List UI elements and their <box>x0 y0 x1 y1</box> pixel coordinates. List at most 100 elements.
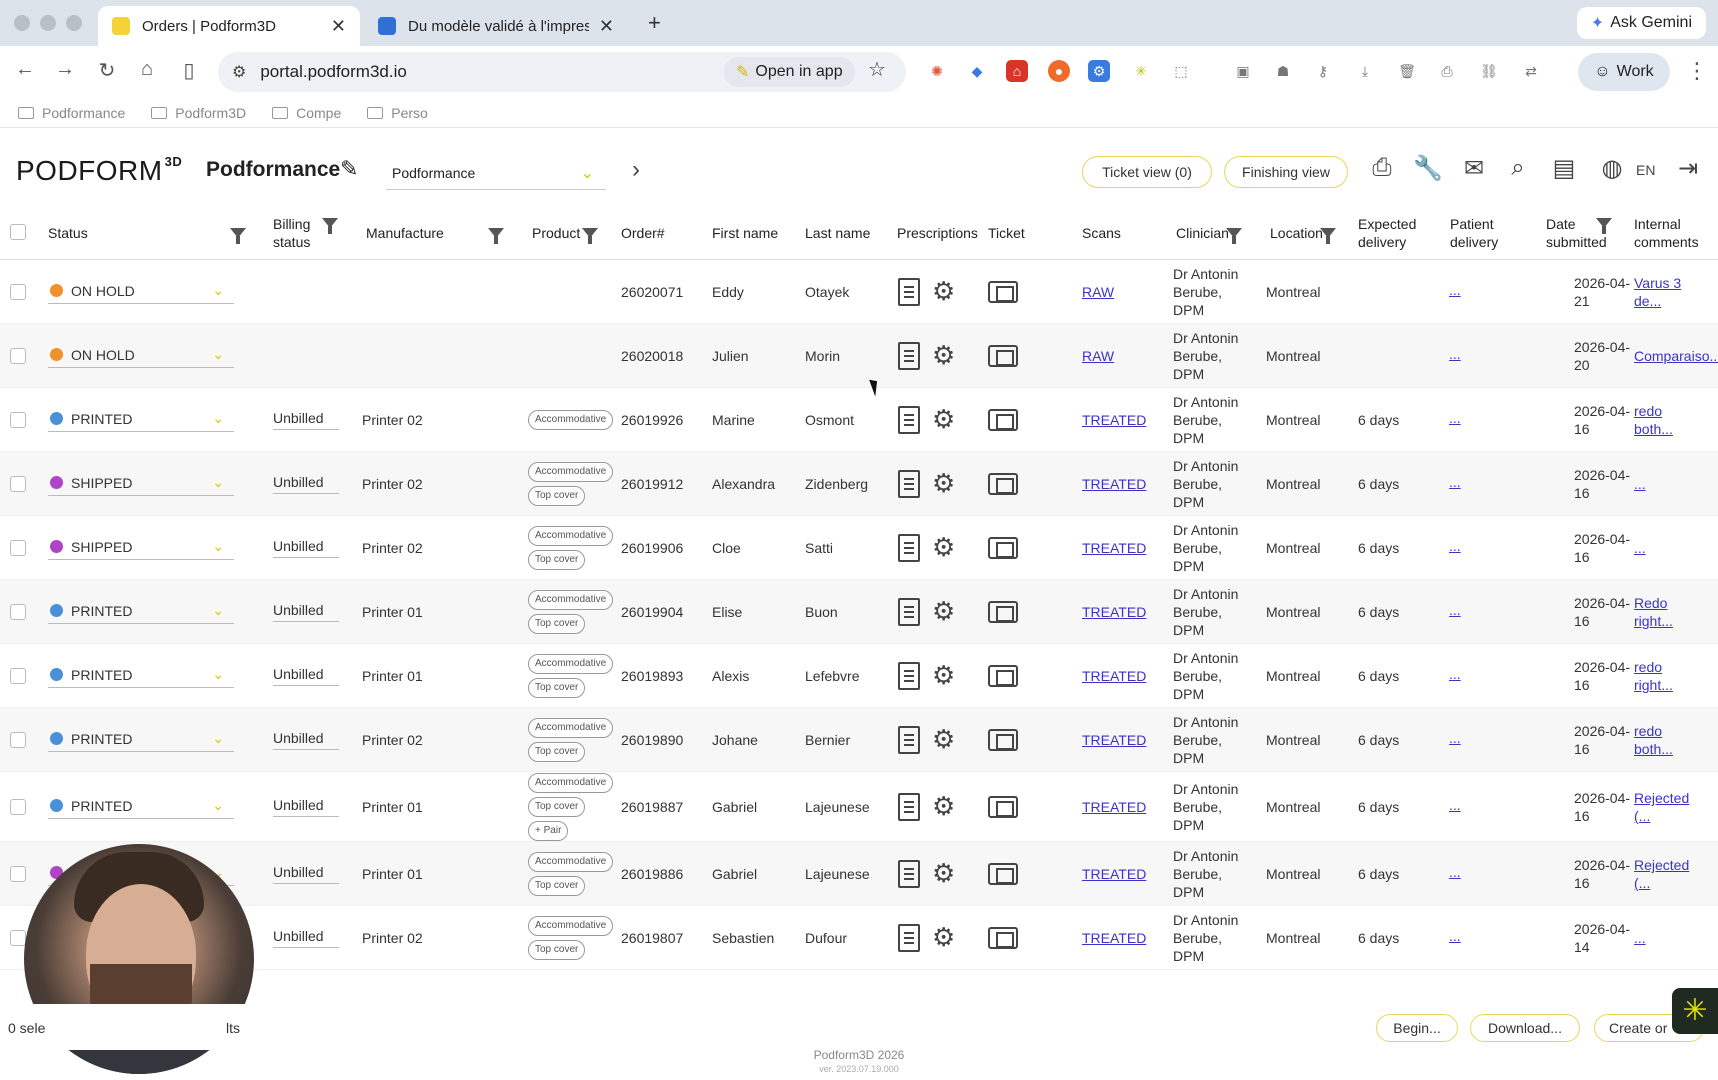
ticket-icon[interactable] <box>988 796 1018 818</box>
ticket-icon[interactable] <box>988 473 1018 495</box>
status-select[interactable]: PRINTED ⌄ <box>48 793 234 819</box>
scan-link[interactable]: TREATED <box>1082 866 1146 882</box>
internal-comment[interactable]: ... <box>1634 929 1646 947</box>
profile-work-button[interactable]: ☺ Work <box>1578 53 1670 91</box>
extension-diamond-icon[interactable]: ◆ <box>966 60 988 82</box>
table-row[interactable]: PRINTED ⌄ Unbilled Printer 01 Accommodativ… <box>0 772 1718 842</box>
bookmark-folder-podform3d[interactable]: Podform3D <box>151 105 246 121</box>
column-manufacture[interactable]: Manufacture <box>366 206 444 260</box>
patient-delivery-link[interactable]: ... <box>1449 538 1461 554</box>
table-row[interactable]: ON HOLD ⌄ 26020018 Julien Morin ⚙ RAW Dr Ant… <box>0 324 1718 388</box>
language-label[interactable]: EN <box>1636 162 1655 178</box>
row-checkbox[interactable] <box>10 284 26 300</box>
prescription-gear-icon[interactable]: ⚙ <box>932 792 955 820</box>
comment-link[interactable]: Rejected <box>1634 857 1689 873</box>
status-select[interactable]: PRINTED ⌄ <box>48 726 234 752</box>
prescription-document-icon[interactable] <box>898 470 920 498</box>
patient-delivery-link[interactable]: ... <box>1449 797 1461 813</box>
logout-icon[interactable]: ⇥ <box>1672 154 1704 183</box>
comment-link[interactable]: redo <box>1634 723 1662 739</box>
column-date-submitted[interactable]: Date submitted <box>1546 206 1620 260</box>
comment-link[interactable]: right... <box>1634 613 1673 629</box>
row-checkbox[interactable] <box>10 604 26 620</box>
open-in-app-button[interactable]: ✎ Open in app <box>724 57 855 87</box>
bookmark-folder-podformance[interactable]: Podformance <box>18 105 125 121</box>
search-icon[interactable]: ⌕ <box>1502 154 1534 182</box>
new-tab-icon[interactable]: + <box>648 10 661 36</box>
bookmark-star-icon[interactable]: ☆ <box>868 57 886 82</box>
row-checkbox[interactable] <box>10 476 26 492</box>
prescription-document-icon[interactable] <box>898 860 920 888</box>
ticket-icon[interactable] <box>988 927 1018 949</box>
organization-select[interactable]: Podformance ⌄ <box>386 156 606 190</box>
extension-asterisk-icon[interactable]: ✳ <box>1130 60 1152 82</box>
ticket-icon[interactable] <box>988 665 1018 687</box>
row-checkbox[interactable] <box>10 540 26 556</box>
ticket-view-button[interactable]: Ticket view (0) <box>1082 156 1212 188</box>
print-icon[interactable]: ⎙ <box>1366 154 1398 182</box>
prescription-gear-icon[interactable]: ⚙ <box>932 597 955 625</box>
select-all-checkbox[interactable] <box>10 224 26 240</box>
screenshot-icon[interactable]: ▣ <box>1232 60 1254 82</box>
prescription-gear-icon[interactable]: ⚙ <box>932 923 955 951</box>
close-tab-icon[interactable]: ✕ <box>331 16 346 37</box>
patient-delivery-link[interactable]: ... <box>1449 730 1461 746</box>
internal-comment[interactable]: ... <box>1634 539 1646 557</box>
column-order[interactable]: Order# <box>621 206 665 260</box>
column-location[interactable]: Location <box>1270 206 1323 260</box>
incognito-icon[interactable]: ☗ <box>1272 60 1294 82</box>
extension-gear-icon[interactable]: ⚙ <box>1088 60 1110 82</box>
document-icon[interactable]: ▤ <box>1548 154 1580 183</box>
internal-comment[interactable]: Rejected (... <box>1634 856 1689 892</box>
status-select[interactable]: PRINTED ⌄ <box>48 406 234 432</box>
comment-link[interactable]: right... <box>1634 677 1673 693</box>
comment-link[interactable]: both... <box>1634 421 1673 437</box>
patient-delivery-link[interactable]: ... <box>1449 474 1461 490</box>
billing-status-select[interactable]: Unbilled <box>273 928 339 948</box>
ticket-icon[interactable] <box>988 345 1018 367</box>
ticket-icon[interactable] <box>988 601 1018 623</box>
browser-tab-orders[interactable]: Orders | Podform3D ✕ <box>98 6 360 46</box>
comment-link[interactable]: (... <box>1634 875 1650 891</box>
internal-comment[interactable]: Redo right... <box>1634 594 1673 630</box>
scan-link[interactable]: TREATED <box>1082 540 1146 556</box>
bookmark-folder-perso[interactable]: Perso <box>367 105 428 121</box>
download-button[interactable]: Download... <box>1470 1014 1580 1042</box>
zoom-window-button[interactable] <box>66 15 82 31</box>
key-icon[interactable]: ⚷ <box>1312 60 1334 82</box>
row-checkbox[interactable] <box>10 799 26 815</box>
scan-link[interactable]: TREATED <box>1082 604 1146 620</box>
scan-link[interactable]: TREATED <box>1082 930 1146 946</box>
ticket-icon[interactable] <box>988 863 1018 885</box>
print-icon[interactable]: ⎙ <box>1436 60 1458 82</box>
prescription-document-icon[interactable] <box>898 534 920 562</box>
ticket-icon[interactable] <box>988 281 1018 303</box>
location-filter-icon[interactable] <box>1320 228 1336 244</box>
internal-comment[interactable]: Rejected (... <box>1634 789 1689 825</box>
patient-delivery-link[interactable]: ... <box>1449 282 1461 298</box>
comment-link[interactable]: Redo <box>1634 595 1667 611</box>
prescription-gear-icon[interactable]: ⚙ <box>932 277 955 305</box>
prescription-document-icon[interactable] <box>898 726 920 754</box>
scan-link[interactable]: RAW <box>1082 348 1114 364</box>
internal-comment[interactable]: redo both... <box>1634 402 1673 438</box>
column-product[interactable]: Product <box>532 206 580 260</box>
row-checkbox[interactable] <box>10 668 26 684</box>
column-clinician[interactable]: Clinician <box>1176 206 1229 260</box>
finishing-view-button[interactable]: Finishing view <box>1224 156 1348 188</box>
comment-link[interactable]: ... <box>1634 476 1646 492</box>
row-checkbox[interactable] <box>10 732 26 748</box>
table-row[interactable]: SHIPPED ⌄ UnbilledPrinter 01Accommodativ… <box>0 842 1718 906</box>
globe-icon[interactable]: ◍ <box>1596 154 1628 183</box>
trash-icon[interactable]: 🗑 <box>1396 60 1418 82</box>
billing-status-select[interactable]: Unbilled <box>273 410 339 430</box>
patient-delivery-link[interactable]: ... <box>1449 346 1461 362</box>
prescription-document-icon[interactable] <box>898 342 920 370</box>
comment-link[interactable]: redo <box>1634 403 1662 419</box>
status-select[interactable]: PRINTED ⌄ <box>48 662 234 688</box>
billing-status-select[interactable]: Unbilled <box>273 797 339 817</box>
prescription-gear-icon[interactable]: ⚙ <box>932 859 955 887</box>
ticket-icon[interactable] <box>988 729 1018 751</box>
ask-gemini-button[interactable]: ✦ Ask Gemini <box>1576 7 1706 39</box>
internal-comment[interactable]: ... <box>1634 475 1646 493</box>
